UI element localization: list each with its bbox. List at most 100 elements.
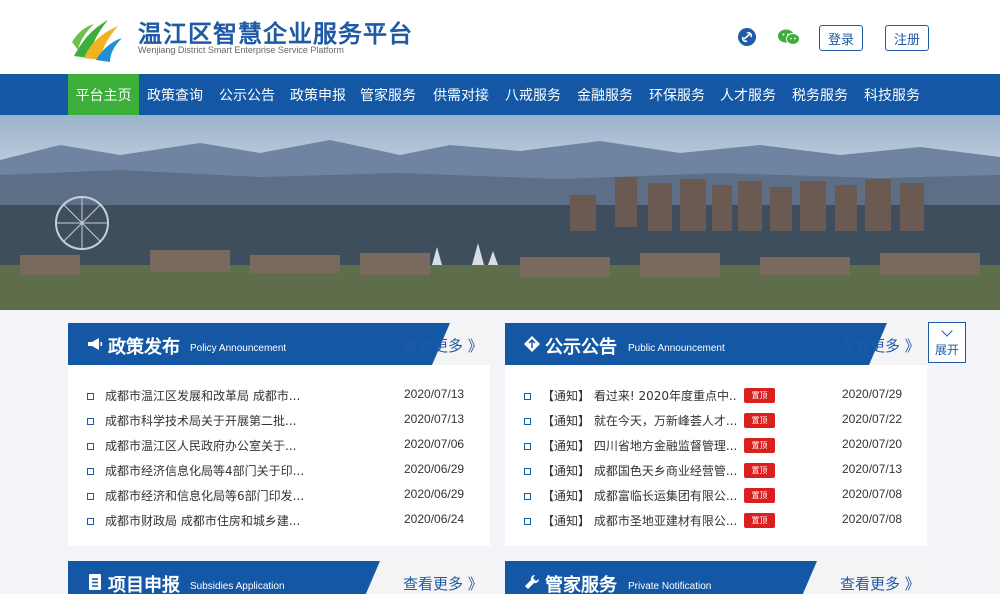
list-item-date: 2020/06/29 — [404, 487, 465, 501]
bullet-icon — [524, 443, 531, 450]
wechat-icon[interactable] — [778, 28, 800, 46]
list-item[interactable]: 【通知】 看过来! 2020年度重点中... 置顶 2020/07/29 — [505, 384, 927, 409]
nav-public-notice[interactable]: 公示公告 — [212, 74, 282, 115]
site-header: 温江区智慧企业服务平台 Wenjiang District Smart Ente… — [0, 0, 1000, 74]
panel-title-en: Policy Announcement — [190, 343, 287, 354]
bullet-icon — [524, 393, 531, 400]
login-button[interactable]: 登录 — [819, 25, 863, 51]
pinned-badge: 置顶 — [744, 438, 775, 453]
list-item[interactable]: 成都市温江区人民政府办公室关于... 2020/07/06 — [68, 434, 490, 459]
pinned-badge: 置顶 — [744, 513, 775, 528]
city-banner-image — [0, 115, 1000, 310]
list-item-title[interactable]: 【通知】 看过来! 2020年度重点中... — [542, 387, 736, 404]
panel-title: 政策发布 — [108, 337, 180, 358]
nav-policy-query[interactable]: 政策查询 — [141, 74, 209, 115]
bullet-icon — [87, 443, 94, 450]
list-item[interactable]: 【通知】 四川省地方金融监督管理... 置顶 2020/07/20 — [505, 434, 927, 459]
view-more-link[interactable]: 查看更多 》 — [403, 335, 483, 356]
bullet-icon — [87, 493, 94, 500]
list-item[interactable]: 成都市财政局 成都市住房和城乡建... 2020/06/24 — [68, 509, 490, 534]
chevron-down-icon — [941, 325, 953, 337]
list-item-date: 2020/06/29 — [404, 462, 465, 476]
list-item-date: 2020/07/13 — [842, 462, 903, 476]
link-icon[interactable] — [738, 28, 756, 46]
list-item-date: 2020/07/13 — [404, 412, 465, 426]
panel-title: 项目申报 — [108, 575, 180, 594]
panel-header: 项目申报 Subsidies Application 查看更多 》 — [68, 561, 490, 594]
nav-finance-service[interactable]: 金融服务 — [570, 74, 640, 115]
list-item[interactable]: 【通知】 成都富临长运集团有限公... 置顶 2020/07/08 — [505, 484, 927, 509]
steward-service-panel: 管家服务 Private Notification 查看更多 》 — [505, 561, 927, 594]
bullet-icon — [524, 493, 531, 500]
expand-button[interactable]: 展开 — [928, 322, 966, 363]
list-item-date: 2020/07/08 — [842, 512, 903, 526]
list-item-title[interactable]: 【通知】 成都国色天乡商业经营管... — [542, 462, 736, 479]
list-item-title[interactable]: 成都市经济和信息化局等6部门印发... — [105, 487, 375, 504]
pinned-badge: 置顶 — [744, 413, 775, 428]
bullet-icon — [524, 468, 531, 475]
list-item-date: 2020/07/06 — [404, 437, 465, 451]
nav-talent-service[interactable]: 人才服务 — [713, 74, 783, 115]
list-item-title[interactable]: 【通知】 四川省地方金融监督管理... — [542, 437, 736, 454]
logo-icon[interactable] — [68, 12, 124, 64]
list-item[interactable]: 成都市科学技术局关于开展第二批... 2020/07/13 — [68, 409, 490, 434]
panel-title-en: Private Notification — [628, 581, 712, 592]
list-item[interactable]: 【通知】 成都市圣地亚建材有限公... 置顶 2020/07/08 — [505, 509, 927, 534]
list-item-title[interactable]: 【通知】 成都富临长运集团有限公... — [542, 487, 736, 504]
policy-panel: 政策发布 Policy Announcement 查看更多 》 成都市温江区发展… — [68, 323, 490, 546]
panel-header: 管家服务 Private Notification 查看更多 》 — [505, 561, 927, 594]
pinned-badge: 置顶 — [744, 488, 775, 503]
list-item[interactable]: 成都市温江区发展和改革局 成都市... 2020/07/13 — [68, 384, 490, 409]
bullet-icon — [87, 468, 94, 475]
pinned-badge: 置顶 — [744, 463, 775, 478]
bullet-icon — [87, 393, 94, 400]
nav-tech-service[interactable]: 科技服务 — [857, 74, 927, 115]
nav-steward-service[interactable]: 管家服务 — [354, 74, 422, 115]
view-more-link[interactable]: 查看更多 》 — [403, 573, 483, 594]
list-item-date: 2020/06/24 — [404, 512, 465, 526]
bullet-icon — [87, 518, 94, 525]
panel-header: 政策发布 Policy Announcement 查看更多 》 — [68, 323, 490, 365]
list-item-title[interactable]: 成都市温江区人民政府办公室关于... — [105, 437, 375, 454]
list-item-title[interactable]: 成都市科学技术局关于开展第二批... — [105, 412, 375, 429]
list-item-title[interactable]: 【通知】 成都市圣地亚建材有限公... — [542, 512, 736, 529]
bullet-icon — [87, 418, 94, 425]
list-item-date: 2020/07/22 — [842, 412, 903, 426]
panel-title-en: Subsidies Application — [190, 581, 285, 592]
pinned-badge: 置顶 — [744, 388, 775, 403]
panel-title: 公示公告 — [545, 337, 617, 358]
document-icon — [89, 574, 101, 590]
nav-policy-apply[interactable]: 政策申报 — [284, 74, 352, 115]
list-item-date: 2020/07/29 — [842, 387, 903, 401]
nav-supply-demand[interactable]: 供需对接 — [426, 74, 496, 115]
public-notice-panel: 公示公告 Public Announcement 查看更多 》 【通知】 看过来… — [505, 323, 927, 546]
list-item[interactable]: 成都市经济信息化局等4部门关于印... 2020/06/29 — [68, 459, 490, 484]
site-title: 温江区智慧企业服务平台 — [138, 20, 413, 48]
nav-home[interactable]: 平台主页 — [68, 74, 139, 115]
view-more-link[interactable]: 查看更多 》 — [840, 573, 920, 594]
list-item-date: 2020/07/08 — [842, 487, 903, 501]
list-item[interactable]: 成都市经济和信息化局等6部门印发... 2020/06/29 — [68, 484, 490, 509]
panel-title: 管家服务 — [545, 575, 617, 594]
diamond-arrows-icon — [524, 336, 540, 352]
nav-bajie-service[interactable]: 八戒服务 — [498, 74, 568, 115]
list-item-title[interactable]: 【通知】 就在今天，万新峰荟人才... — [542, 412, 736, 429]
list-item-title[interactable]: 成都市经济信息化局等4部门关于印... — [105, 462, 375, 479]
list-item[interactable]: 【通知】 就在今天，万新峰荟人才... 置顶 2020/07/22 — [505, 409, 927, 434]
site-subtitle: Wenjiang District Smart Enterprise Servi… — [138, 45, 344, 55]
main-nav: 平台主页 政策查询 公示公告 政策申报 管家服务 供需对接 八戒服务 金融服务 … — [0, 74, 1000, 115]
nav-tax-service[interactable]: 税务服务 — [785, 74, 855, 115]
megaphone-icon — [88, 338, 103, 350]
list-item[interactable]: 【通知】 成都国色天乡商业经营管... 置顶 2020/07/13 — [505, 459, 927, 484]
expand-label: 展开 — [934, 343, 959, 357]
nav-environment-service[interactable]: 环保服务 — [642, 74, 712, 115]
view-more-link[interactable]: 查看更多 》 — [840, 335, 920, 356]
list-item-title[interactable]: 成都市财政局 成都市住房和城乡建... — [105, 512, 375, 529]
bullet-icon — [524, 518, 531, 525]
list-item-date: 2020/07/20 — [842, 437, 903, 451]
panel-title-en: Public Announcement — [628, 343, 725, 354]
list-item-title[interactable]: 成都市温江区发展和改革局 成都市... — [105, 387, 375, 404]
list-item-date: 2020/07/13 — [404, 387, 465, 401]
panel-header: 公示公告 Public Announcement 查看更多 》 — [505, 323, 927, 365]
register-button[interactable]: 注册 — [885, 25, 929, 51]
